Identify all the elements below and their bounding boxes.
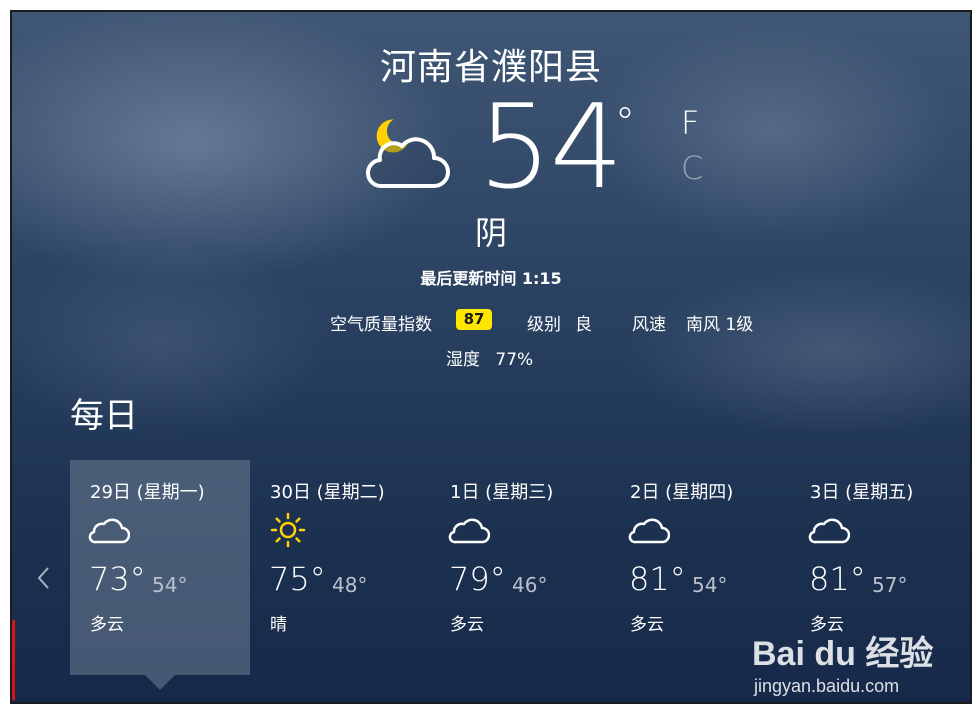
selection-pointer (145, 675, 175, 690)
day-name: 2日 (星期四) (630, 482, 734, 503)
humidity-label: 湿度 (446, 350, 480, 370)
day-card-1[interactable]: 29日 (星期一) 73° 54° 多云 (70, 460, 250, 690)
watermark-url: jingyan.baidu.com (754, 676, 900, 696)
day-high-temp: 73° (89, 560, 146, 598)
aqi-value-badge: 87 (456, 309, 492, 330)
sun-icon (270, 512, 306, 548)
previous-arrow-icon[interactable] (34, 565, 54, 591)
humidity-value: 77% (495, 350, 534, 370)
cloud-icon (448, 518, 490, 544)
daily-section-title: 每日 (70, 396, 138, 436)
day-condition: 多云 (450, 615, 484, 635)
cloud-icon (808, 518, 850, 544)
day-condition: 多云 (90, 615, 124, 635)
level-label: 级别 (527, 315, 561, 335)
day-low-temp: 57° (872, 573, 908, 597)
day-high-temp: 75° (269, 560, 326, 598)
wind-value: 南风 1级 (686, 315, 754, 335)
day-low-temp: 54° (152, 573, 188, 597)
day-name: 3日 (星期五) (810, 482, 914, 503)
window-edge-accent (12, 620, 15, 700)
day-name: 29日 (星期一) (90, 482, 205, 503)
baidu-jingyan-watermark: Bai du 经验 jingyan.baidu.com (752, 626, 962, 696)
watermark-brand: Bai du 经验 (752, 635, 934, 673)
aqi-label: 空气质量指数 (330, 315, 432, 335)
level-value: 良 (575, 315, 592, 335)
current-temperature: 54 (478, 80, 624, 215)
day-card-3[interactable]: 1日 (星期三) 79° 46° 多云 (430, 460, 610, 675)
unit-celsius-toggle[interactable]: C (681, 149, 703, 187)
cloud-icon (628, 518, 670, 544)
day-low-temp: 54° (692, 573, 728, 597)
humidity-row: 湿度 77% (446, 345, 533, 370)
day-name: 1日 (星期三) (450, 482, 554, 503)
weather-app-window: 河南省濮阳县 54 ° F C 阴 最后更新时间 1:15 空气质量指数 87 … (10, 10, 972, 704)
day-name: 30日 (星期二) (270, 482, 385, 503)
cloud-icon (88, 518, 130, 544)
degree-symbol: ° (615, 100, 635, 146)
current-condition: 阴 (474, 214, 507, 252)
day-condition: 晴 (270, 615, 287, 635)
day-high-temp: 81° (809, 560, 866, 598)
wind-label: 风速 (632, 315, 666, 335)
day-card-2[interactable]: 30日 (星期二) 75° 48° 晴 (250, 460, 430, 675)
day-high-temp: 79° (449, 560, 506, 598)
day-high-temp: 81° (629, 560, 686, 598)
partly-cloudy-night-icon (366, 119, 450, 189)
last-updated-text: 最后更新时间 1:15 (420, 269, 562, 288)
day-low-temp: 46° (512, 573, 548, 597)
day-low-temp: 48° (332, 573, 368, 597)
unit-fahrenheit-toggle[interactable]: F (681, 104, 699, 142)
day-condition: 多云 (630, 615, 664, 635)
